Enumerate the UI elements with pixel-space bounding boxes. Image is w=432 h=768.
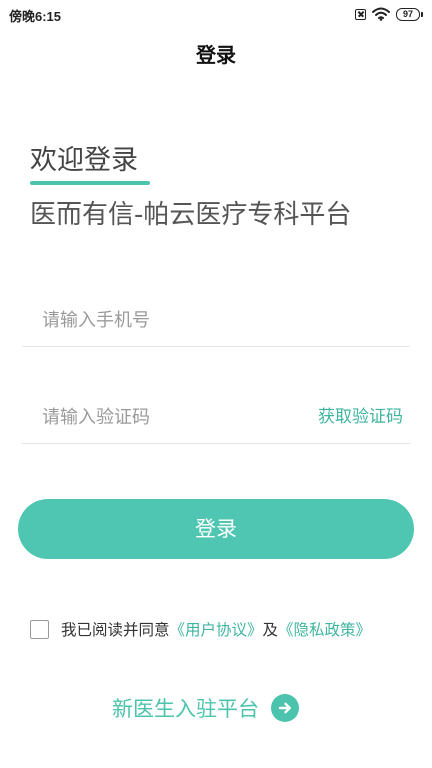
user-agreement-link[interactable]: 《用户协议》: [170, 618, 263, 640]
agreement-text: 我已阅读并同意: [61, 621, 170, 639]
phone-input[interactable]: [42, 295, 312, 345]
battery-level: 97: [396, 7, 420, 21]
new-doctor-label: 新医生入驻平台: [112, 697, 259, 721]
sim-icon: [355, 8, 366, 20]
login-button[interactable]: 登录: [18, 499, 414, 559]
battery-icon: 97: [396, 7, 423, 21]
arrow-right-circle-icon: [271, 694, 299, 722]
agreement-checkbox[interactable]: [30, 619, 49, 639]
wifi-icon: [372, 7, 390, 21]
privacy-policy-link[interactable]: 《隐私政策》: [278, 618, 371, 640]
welcome-title: 欢迎登录: [30, 145, 138, 176]
status-icons: 97: [355, 6, 423, 22]
welcome-subtitle: 医而有信-帕云医疗专科平台: [30, 200, 352, 230]
agreement-row: 我已阅读并同意 《用户协议》 及 《隐私政策》: [30, 616, 371, 642]
welcome-underline: [30, 181, 150, 185]
page-title: 登录: [196, 43, 236, 67]
battery-tip: [421, 11, 423, 17]
verification-code-input[interactable]: [42, 392, 312, 442]
status-bar: 傍晚6:15 97: [0, 0, 432, 28]
agreement-conjunction: 及: [262, 621, 279, 639]
new-doctor-link[interactable]: 新医生入驻平台: [112, 692, 299, 724]
get-code-button[interactable]: 获取验证码: [318, 403, 403, 431]
status-time: 傍晚6:15: [9, 9, 62, 24]
phone-field: [22, 295, 410, 347]
